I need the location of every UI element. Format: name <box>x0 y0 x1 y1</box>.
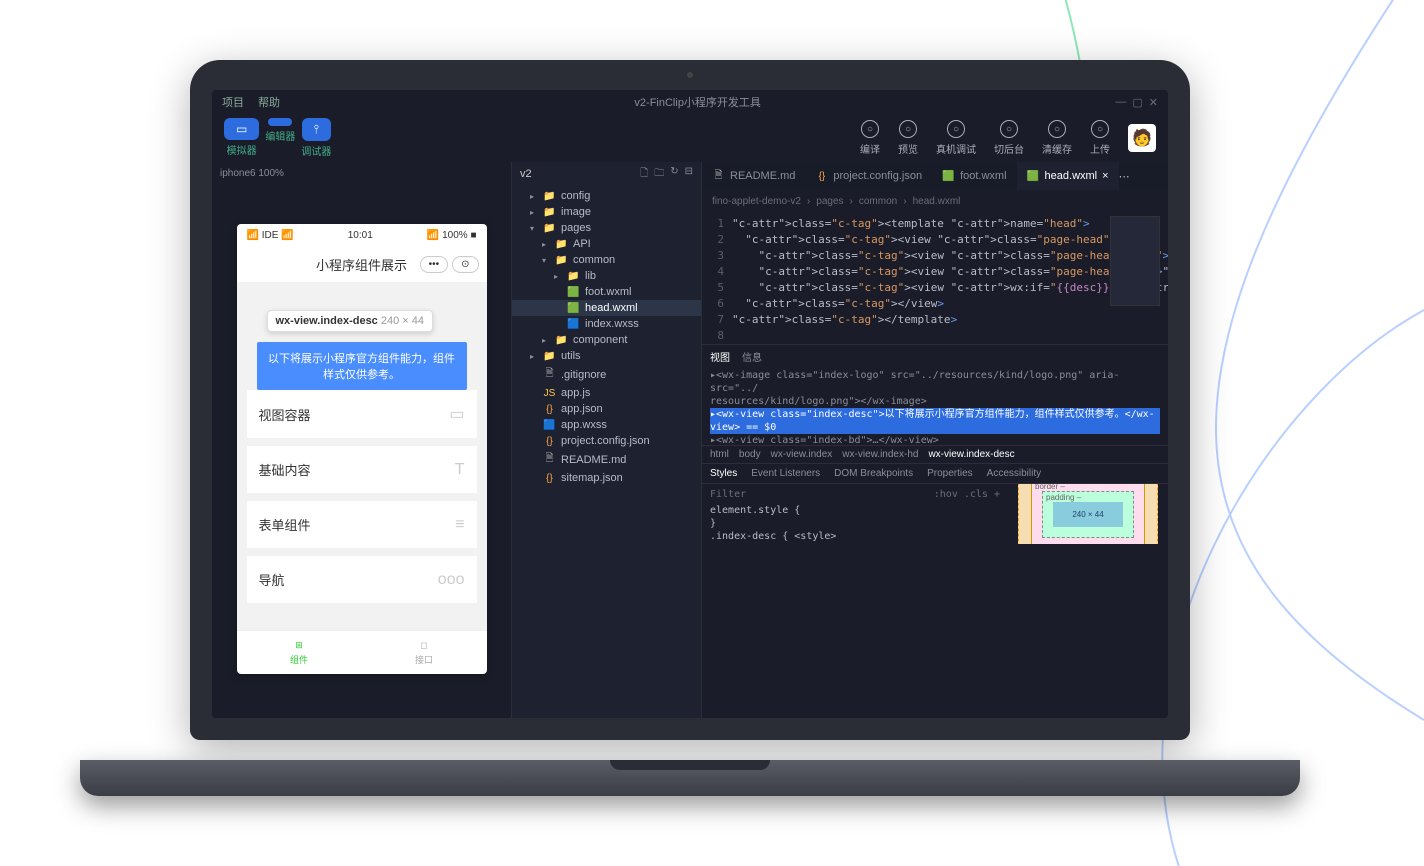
list-item[interactable]: 导航ooo <box>247 556 477 603</box>
camera-dot <box>687 72 693 78</box>
code-editor[interactable]: 12345678 "c-attr">class="c-tag"><templat… <box>702 212 1168 344</box>
minimize-icon[interactable]: — <box>1115 96 1126 109</box>
tree-node[interactable]: 🟦 index.wxss <box>512 316 701 332</box>
devtools-subtab[interactable]: Styles <box>710 468 737 479</box>
devtools-subtab[interactable]: Event Listeners <box>751 468 820 479</box>
tree-node[interactable]: ▸ 📁 config <box>512 188 701 204</box>
menu-project[interactable]: 项目 <box>222 94 244 110</box>
editor-tab[interactable]: 🟩head.wxml× <box>1017 162 1119 190</box>
devtools-subtab[interactable]: DOM Breakpoints <box>834 468 913 479</box>
devtools-subtab[interactable]: Properties <box>927 468 973 479</box>
list-item[interactable]: 基础内容T <box>247 446 477 493</box>
new-folder-icon[interactable]: 🗀 <box>654 166 664 183</box>
tree-node[interactable]: ▾ 📁 pages <box>512 220 701 236</box>
tree-node[interactable]: ▸ 📁 component <box>512 332 701 348</box>
phone-navbar: 小程序组件展示 ••• ⊙ <box>237 246 487 282</box>
dom-crumb-item[interactable]: html <box>710 449 729 460</box>
phone-tab[interactable]: ⊞组件 <box>237 631 362 674</box>
tree-node[interactable]: ▸ 📁 image <box>512 204 701 220</box>
tab-more-icon[interactable]: ⋯ <box>1119 170 1130 183</box>
highlighted-element: 以下将展示小程序官方组件能力，组件样式仅供参考。 <box>257 342 467 390</box>
phone-tab[interactable]: ◻接口 <box>362 631 487 674</box>
dom-breadcrumb[interactable]: html body wx-view.index wx-view.index-hd wx-… <box>702 445 1168 463</box>
list-item[interactable]: 视图容器▭ <box>247 390 477 438</box>
dom-crumb-item[interactable]: wx-view.index <box>771 449 833 460</box>
menu-help[interactable]: 帮助 <box>258 94 280 110</box>
tree-node[interactable]: 🟦 app.wxss <box>512 417 701 433</box>
simulator-device[interactable]: iphone6 100% <box>212 162 511 184</box>
dom-crumb-item[interactable]: wx-view.index-hd <box>842 449 918 460</box>
tree-node[interactable]: ▸ 📁 lib <box>512 268 701 284</box>
toolbar-action[interactable]: ○真机调试 <box>936 120 976 156</box>
toolbar-pill[interactable]: ⫯调试器 <box>301 118 331 158</box>
tree-node[interactable]: 🟩 foot.wxml <box>512 284 701 300</box>
devtools-panel: 视图信息 ▸<wx-image class="index-logo" src="… <box>702 344 1168 544</box>
tree-node[interactable]: 🟩 head.wxml <box>512 300 701 316</box>
tree-root[interactable]: v2 <box>520 168 532 180</box>
tree-node[interactable]: ▸ 📁 utils <box>512 348 701 364</box>
file-explorer: v2 🗋 🗀 ↻ ⊟ ▸ 📁 config ▸ 📁 image ▾ 📁 p <box>512 162 702 718</box>
editor-tab[interactable]: {}project.config.json <box>805 162 932 190</box>
inspector-tooltip: wx-view.index-desc 240 × 44 <box>267 310 434 332</box>
refresh-icon[interactable]: ↻ <box>670 166 678 183</box>
menu-bar: 项目 帮助 v2-FinClip小程序开发工具 — ▢ ✕ <box>212 90 1168 114</box>
editor-tab[interactable]: 🟩foot.wxml <box>932 162 1016 190</box>
devtools-tab[interactable]: 视图 <box>710 349 730 364</box>
list-item[interactable]: 表单组件≡ <box>247 501 477 548</box>
toolbar-action[interactable]: ○预览 <box>898 120 918 156</box>
toolbar-action[interactable]: ○编译 <box>860 120 880 156</box>
toolbar-action[interactable]: ○上传 <box>1090 120 1110 156</box>
phone-preview: 📶 IDE 📶 10:01 📶 100% ■ 小程序组件展示 ••• ⊙ <box>237 224 487 674</box>
tree-node[interactable]: 🗎 README.md <box>512 449 701 470</box>
toolbar-action[interactable]: ○切后台 <box>994 120 1024 156</box>
toolbar-action[interactable]: ○清缓存 <box>1042 120 1072 156</box>
tree-node[interactable]: ▾ 📁 common <box>512 252 701 268</box>
laptop-frame: 项目 帮助 v2-FinClip小程序开发工具 — ▢ ✕ ▭模拟器 编辑器 ⫯… <box>160 60 1220 780</box>
window-title: v2-FinClip小程序开发工具 <box>294 94 1101 110</box>
devtools-tab[interactable]: 信息 <box>742 349 762 364</box>
new-file-icon[interactable]: 🗋 <box>640 166 648 183</box>
tree-node[interactable]: ▸ 📁 API <box>512 236 701 252</box>
simulator-panel: iphone6 100% 📶 IDE 📶 10:01 📶 100% ■ 小程序组… <box>212 162 512 718</box>
capsule-more-icon[interactable]: ••• <box>420 256 449 273</box>
devtools-subtab[interactable]: Accessibility <box>987 468 1041 479</box>
phone-statusbar: 📶 IDE 📶 10:01 📶 100% ■ <box>237 224 487 246</box>
dom-crumb-item[interactable]: wx-view.index-desc <box>928 449 1014 460</box>
close-icon[interactable]: ✕ <box>1149 96 1158 109</box>
collapse-icon[interactable]: ⊟ <box>685 166 693 183</box>
breadcrumb: fino-applet-demo-v2 › pages › common › h… <box>702 190 1168 212</box>
tree-node[interactable]: 🗎 .gitignore <box>512 364 701 385</box>
box-model: margin 10 border – padding – 240 × 44 <box>1008 484 1168 544</box>
styles-filter[interactable]: Filter <box>710 488 746 501</box>
editor-tab[interactable]: 🗎README.md <box>702 162 805 190</box>
capsule-close-icon[interactable]: ⊙ <box>452 256 478 273</box>
tree-node[interactable]: {} sitemap.json <box>512 470 701 486</box>
tree-node[interactable]: {} app.json <box>512 401 701 417</box>
avatar[interactable]: 🧑 <box>1128 124 1156 152</box>
tree-node[interactable]: {} project.config.json <box>512 433 701 449</box>
minimap[interactable] <box>1110 216 1160 306</box>
styles-hover-toggle[interactable]: :hov .cls + <box>934 488 1000 501</box>
toolbar-pill[interactable]: 编辑器 <box>265 118 295 158</box>
styles-pane[interactable]: Filter :hov .cls + element.style {}.inde… <box>702 484 1008 544</box>
toolbar-pill[interactable]: ▭模拟器 <box>224 118 259 158</box>
maximize-icon[interactable]: ▢ <box>1132 96 1142 109</box>
tree-node[interactable]: JS app.js <box>512 385 701 401</box>
toolbar: ▭模拟器 编辑器 ⫯调试器 ○编译 ○预览 ○真机调试 ○切后台 ○清缓存 ○上… <box>212 114 1168 162</box>
dom-crumb-item[interactable]: body <box>739 449 761 460</box>
ide-screen: 项目 帮助 v2-FinClip小程序开发工具 — ▢ ✕ ▭模拟器 编辑器 ⫯… <box>212 90 1168 718</box>
editor-panel: 🗎README.md {}project.config.json 🟩foot.w… <box>702 162 1168 718</box>
dom-tree[interactable]: ▸<wx-image class="index-logo" src="../re… <box>702 367 1168 445</box>
